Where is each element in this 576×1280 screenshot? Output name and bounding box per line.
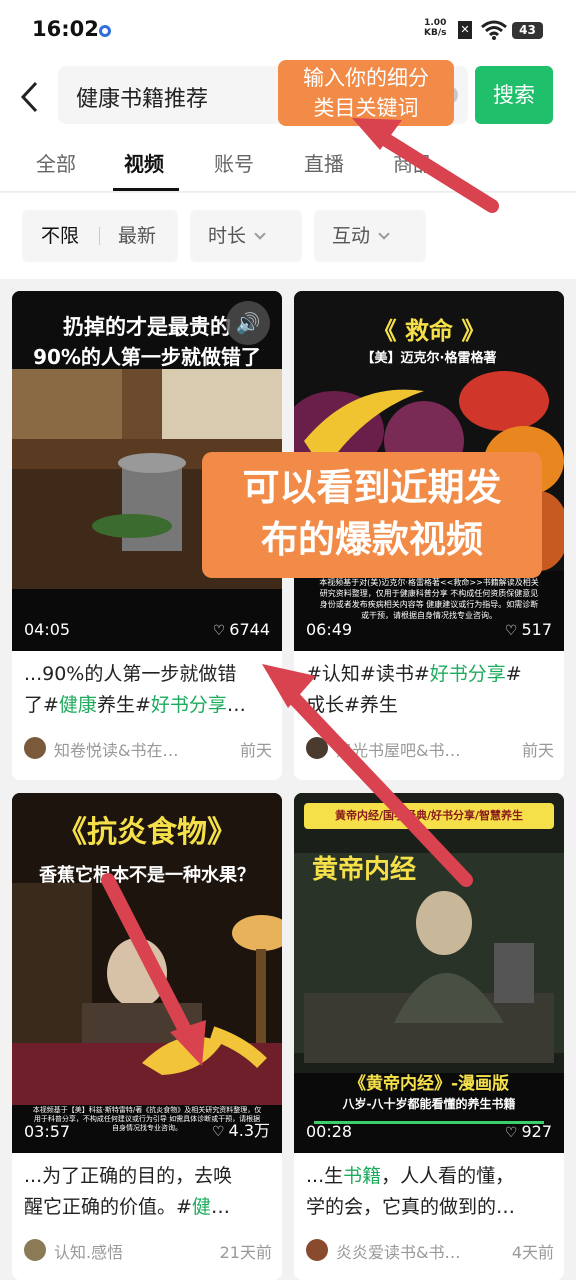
post-time: 21天前 [219,1243,272,1262]
topic-banner: 黄帝内经/国学经典/好书分享/智慧养生 [304,803,554,829]
like-count: ♡ 927 [504,1122,552,1141]
keyword-tip-callout: 输入你的细分 类目关键词 [278,60,454,126]
search-button[interactable]: 搜索 [475,66,553,124]
active-tab-indicator [113,188,179,191]
chevron-down-icon [254,228,266,240]
wifi-icon [481,20,507,40]
video-description: #认知#读书#好书分享# 成长#养生 [306,663,522,716]
video-duration: 04:05 [24,620,71,639]
author-name: 追光书屋吧&书… [336,741,461,760]
video-description: ...90%的人第一步就做错 了#健康养生#好书分享… [24,663,246,716]
sort-unlimited[interactable]: 不限 [41,210,79,262]
search-query: 健康书籍推荐 [76,87,209,112]
interaction-filter[interactable]: 互动 [314,210,426,262]
sort-filter: 不限 最新 [22,210,178,262]
tab-live[interactable]: 直播 [304,148,344,177]
author-row[interactable]: 认知.感悟 21天前 [24,1237,272,1265]
author-row[interactable]: 追光书屋吧&书… 前天 [306,735,554,763]
divider [99,227,100,245]
search-results-page: 16:02 1.00 KB/s ✕ 43 健康书籍推荐 搜索 全部 视频 账号 … [0,0,576,1280]
chevron-down-icon [378,228,390,240]
status-bar: 16:02 1.00 KB/s ✕ 43 [0,0,576,62]
sound-icon[interactable]: 🔊 [226,301,270,345]
author-row[interactable]: 炎炎爱读书&书… 4天前 [306,1237,554,1265]
hot-video-tip-callout: 可以看到近期发 布的爆款视频 [202,452,542,578]
heart-icon: ♡ [212,623,226,639]
like-count: ♡ 6744 [212,620,270,639]
video-thumbnail[interactable]: 黄帝内经/国学经典/好书分享/智慧养生 黄帝内经 《黄帝内经》-漫画版 八岁-八… [294,793,564,1153]
avatar [24,1239,46,1261]
video-card[interactable]: 《抗炎食物》 香蕉它根本不是一种水果？ 本视频基于【美】科兹·斯特雷特/著《抗炎… [12,793,282,1280]
avatar [306,737,328,759]
post-time: 前天 [239,741,272,760]
overlay-tagline: 八岁-八十岁都能看懂的养生书籍 [342,1097,516,1111]
tab-account[interactable]: 账号 [214,148,254,177]
overlay-subtitle: 《黄帝内经》-漫画版 [348,1074,510,1094]
tab-goods[interactable]: 商品 [393,148,433,177]
video-duration: 00:28 [306,1122,353,1141]
book-title: 黄帝内经 [311,855,416,885]
sort-latest[interactable]: 最新 [118,210,156,262]
duration-label: 时长 [208,225,247,247]
like-count: ♡ 517 [504,620,552,639]
net-speed: 1.00 KB/s [424,18,447,38]
filter-bar: 不限 最新 时长 互动 [0,193,576,279]
video-description: ...生书籍，人人看的懂， 学的会，它真的做到的… [306,1165,516,1218]
video-duration: 06:49 [306,620,353,639]
author-name: 认知.感悟 [54,1243,124,1262]
interaction-label: 互动 [332,225,371,247]
book-title: 《 救命 》 [372,317,486,345]
author-row[interactable]: 知卷悦读&书在… 前天 [24,735,272,763]
heart-icon: ♡ [504,1125,518,1141]
post-time: 前天 [521,741,554,760]
disclaimer-text: 本视频基于对(美)迈克尔·格雷格著<<救命>>书籍解读及相关研究资料整理，仅用于… [319,578,539,620]
author-name: 知卷悦读&书在… [54,741,179,760]
book-title: 《抗炎食物》 [57,815,237,850]
status-time: 16:02 [32,17,99,41]
battery-icon: 43 [512,22,543,39]
avatar [306,1239,328,1261]
video-description: ...为了正确的目的，去唤 醒它正确的价值。#健… [24,1165,233,1218]
tab-all[interactable]: 全部 [36,148,76,177]
overlay-line2: 90%的人第一步就做错了 [33,345,261,369]
video-duration: 03:57 [24,1122,71,1141]
no-sim-icon: ✕ [458,21,472,39]
like-count: ♡ 4.3万 [211,1121,270,1140]
post-time: 4天前 [511,1243,554,1262]
heart-icon: ♡ [504,623,518,639]
back-arrow-icon[interactable] [18,80,40,114]
author-name: 炎炎爱读书&书… [336,1243,461,1262]
tab-video[interactable]: 视频 [124,148,164,177]
video-thumbnail[interactable]: 《抗炎食物》 香蕉它根本不是一种水果？ 本视频基于【美】科兹·斯特雷特/著《抗炎… [12,793,282,1153]
book-author: 【美】迈克尔·格雷格著 [361,351,497,366]
avatar [24,737,46,759]
duration-filter[interactable]: 时长 [190,210,302,262]
heart-icon: ♡ [211,1124,225,1140]
app-indicator-icon [99,25,111,37]
overlay-subtitle: 香蕉它根本不是一种水果？ [39,865,255,886]
video-card[interactable]: 黄帝内经/国学经典/好书分享/智慧养生 黄帝内经 《黄帝内经》-漫画版 八岁-八… [294,793,564,1280]
result-tabs: 全部 视频 账号 直播 商品 [0,132,576,192]
